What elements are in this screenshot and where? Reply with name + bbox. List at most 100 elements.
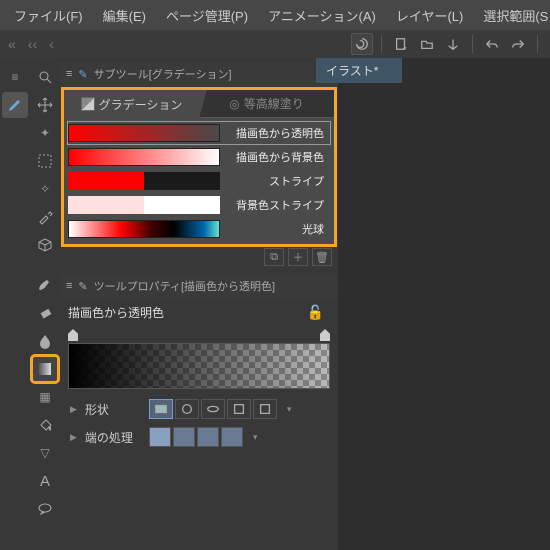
shape-options — [149, 399, 277, 419]
toolbox-left: ≡ — [0, 58, 30, 550]
toolbar: « ‹‹ ‹ — [0, 30, 550, 58]
shape-option-icon[interactable] — [227, 399, 251, 419]
dropdown-icon[interactable]: ▾ — [287, 404, 292, 415]
save-icon[interactable] — [442, 33, 464, 55]
subtool-tabs: グラデーション ◎ 等高線塗り — [64, 90, 334, 118]
property-name: 描画色から透明色 — [68, 304, 164, 321]
subtool-actions: ⧉ ＋ 🗑 — [60, 246, 338, 268]
nav-prev-icon[interactable]: ‹‹ — [28, 36, 37, 52]
lock-icon[interactable]: 🔓 — [307, 304, 330, 321]
subtool-panel: グラデーション ◎ 等高線塗り 描画色から透明色 描画色から背景色 — [64, 90, 334, 244]
subtool-title: サブツール[グラデーション] — [94, 66, 232, 82]
shape-ellipse-icon[interactable] — [201, 399, 225, 419]
pen-tool-icon[interactable] — [32, 272, 58, 298]
menu-layer[interactable]: レイヤー(L) — [388, 2, 472, 29]
tab-contour-label: 等高線塗り — [244, 95, 304, 112]
gradient-preset-item[interactable]: 描画色から透明色 — [68, 122, 330, 144]
divider — [537, 35, 538, 53]
brush2-tool-icon[interactable]: ✦ — [32, 120, 58, 146]
menu-icon[interactable]: ≡ — [2, 64, 28, 90]
menu-select[interactable]: 選択範囲(S — [475, 2, 550, 29]
tab-gradient-label: グラデーション — [99, 96, 183, 113]
tab-gradient[interactable]: グラデーション — [64, 90, 199, 118]
undo-icon[interactable] — [481, 33, 503, 55]
divider — [472, 35, 473, 53]
blend-tool-icon[interactable] — [32, 328, 58, 354]
gradient-preview — [68, 220, 220, 238]
menu-anim[interactable]: アニメーション(A) — [260, 2, 384, 29]
toolbox: ✦ ✧ ▦ ▽ A — [30, 58, 60, 550]
tab-contour[interactable]: ◎ 等高線塗り — [199, 90, 334, 118]
divider — [381, 35, 382, 53]
redo-icon[interactable] — [507, 33, 529, 55]
balloon-tool-icon[interactable] — [32, 496, 58, 522]
contour-icon: ◎ — [229, 97, 239, 111]
property-panel-header: ≡ ✎ ツールプロパティ[描画色から透明色] — [60, 274, 338, 298]
gradient-stop-handle[interactable] — [68, 329, 78, 341]
open-icon[interactable] — [416, 33, 438, 55]
brush-icon: ✎ — [78, 68, 87, 81]
edge-options — [149, 427, 243, 447]
preset-label: ストライプ — [220, 173, 330, 189]
gradient-preview — [68, 124, 220, 142]
delete-icon[interactable]: 🗑 — [312, 248, 332, 266]
shape-linear-icon[interactable] — [149, 399, 173, 419]
wand-tool-icon[interactable]: ✧ — [32, 176, 58, 202]
document-tab[interactable]: イラスト* — [316, 58, 402, 83]
add-icon[interactable]: ＋ — [288, 248, 308, 266]
shape-option-icon[interactable] — [253, 399, 277, 419]
eraser-tool-icon[interactable] — [32, 300, 58, 326]
edge-option-icon[interactable] — [149, 427, 171, 447]
gradient-preset-item[interactable]: 描画色から背景色 — [68, 146, 330, 168]
move-tool-icon[interactable] — [32, 92, 58, 118]
zoom-tool-icon[interactable] — [32, 64, 58, 90]
cube-tool-icon[interactable] — [32, 232, 58, 258]
grip-icon[interactable]: ≡ — [66, 68, 72, 80]
edge-option-icon[interactable] — [221, 427, 243, 447]
menu-edit[interactable]: 編集(E) — [95, 2, 154, 29]
brush-tool-icon[interactable] — [2, 92, 28, 118]
new-icon[interactable] — [390, 33, 412, 55]
document-tabs: イラスト* — [316, 58, 402, 83]
dropdown-icon[interactable]: ▾ — [253, 432, 258, 443]
nav-first-icon[interactable]: « — [8, 36, 16, 52]
edge-option-icon[interactable] — [197, 427, 219, 447]
gradient-preview-bar[interactable] — [68, 343, 330, 389]
gradient-editor[interactable] — [68, 329, 330, 389]
pattern-tool-icon[interactable]: ▦ — [32, 384, 58, 410]
spiral-icon[interactable] — [351, 33, 373, 55]
eyedropper-icon[interactable] — [32, 204, 58, 230]
gradient-preset-item[interactable]: 背景色ストライプ — [68, 194, 330, 216]
preset-label: 光球 — [220, 221, 330, 237]
gradient-preset-item[interactable]: ストライプ — [68, 170, 330, 192]
preset-label: 描画色から透明色 — [220, 125, 330, 141]
select-rect-icon[interactable] — [32, 148, 58, 174]
shape-radial-icon[interactable] — [175, 399, 199, 419]
gradient-preview — [68, 148, 220, 166]
subtool-panel-header: ≡ ✎ サブツール[グラデーション] — [60, 62, 338, 86]
canvas[interactable] — [338, 58, 550, 550]
panels: ≡ ✎ サブツール[グラデーション] グラデーション ◎ 等高線塗り 描画色から… — [60, 58, 338, 550]
text-tool-icon[interactable]: A — [32, 468, 58, 494]
menu-file[interactable]: ファイル(F) — [6, 2, 91, 29]
expand-icon[interactable]: ▶ — [70, 432, 77, 443]
gradient-icon — [81, 97, 95, 111]
gradient-preset-list: 描画色から透明色 描画色から背景色 ストライプ 背景色ストライプ 光球 — [64, 118, 334, 242]
edge-option-icon[interactable] — [173, 427, 195, 447]
menu-page[interactable]: ページ管理(P) — [158, 2, 256, 29]
preset-label: 背景色ストライプ — [220, 197, 330, 213]
fill-tool-icon[interactable] — [32, 412, 58, 438]
menu-bar: ファイル(F) 編集(E) ページ管理(P) アニメーション(A) レイヤー(L… — [0, 0, 550, 30]
vector-tool-icon[interactable]: ▽ — [32, 440, 58, 466]
expand-icon[interactable]: ▶ — [70, 404, 77, 415]
gradient-stop-handle[interactable] — [320, 329, 330, 341]
duplicate-icon[interactable]: ⧉ — [264, 248, 284, 266]
property-row-shape: ▶ 形状 ▾ — [60, 395, 338, 423]
property-title: ツールプロパティ[描画色から透明色] — [94, 278, 275, 294]
nav-back-icon[interactable]: ‹ — [49, 36, 54, 52]
property-row-edge: ▶ 端の処理 ▾ — [60, 423, 338, 451]
grip-icon[interactable]: ≡ — [66, 280, 72, 292]
panel-nav: « ‹‹ ‹ — [4, 36, 54, 52]
gradient-preset-item[interactable]: 光球 — [68, 218, 330, 240]
gradient-tool-icon[interactable] — [32, 356, 58, 382]
